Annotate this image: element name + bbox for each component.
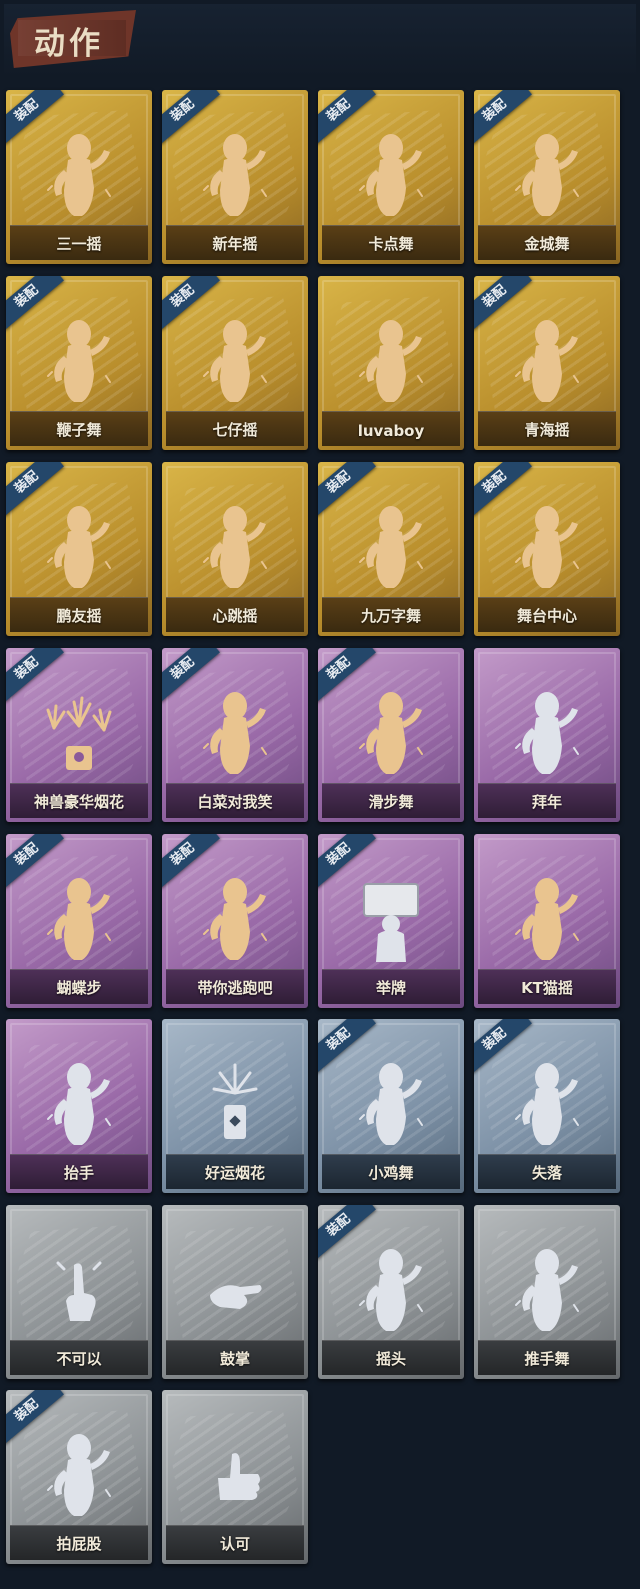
emote-grid: 三一摇 装配 新年摇 装配 卡点舞 装配 金城舞 装配 鞭子舞 装配 七仔摇 装… bbox=[0, 0, 640, 1589]
emote-label: KT猫摇 bbox=[521, 979, 573, 997]
emote-label: 神兽豪华烟花 bbox=[33, 793, 124, 811]
emote-label: 摇头 bbox=[375, 1350, 406, 1368]
emote-card[interactable]: 鞭子舞 装配 bbox=[6, 276, 152, 450]
dance-figure-icon bbox=[356, 316, 426, 406]
emote-label: 舞台中心 bbox=[516, 607, 577, 625]
dance-figure-icon bbox=[356, 130, 426, 220]
emote-label: 滑步舞 bbox=[368, 793, 414, 811]
emote-label: 拜年 bbox=[531, 793, 562, 811]
emote-label: 鞭子舞 bbox=[56, 421, 102, 439]
dance-figure-icon bbox=[200, 502, 270, 592]
emote-label: 新年摇 bbox=[212, 235, 258, 253]
emote-label: 白菜对我笑 bbox=[197, 793, 273, 811]
emote-card[interactable]: 鼓掌 bbox=[162, 1205, 308, 1379]
emote-card[interactable]: 小鸡舞 装配 bbox=[318, 1019, 464, 1193]
emote-label: luvaboy bbox=[357, 422, 425, 440]
chicken-dance-figure-icon bbox=[356, 1059, 426, 1149]
dance-figure-icon bbox=[44, 316, 114, 406]
emote-label: 鼓掌 bbox=[219, 1350, 250, 1368]
head-shake-figure-icon bbox=[356, 1245, 426, 1335]
dance-figure-icon bbox=[512, 502, 582, 592]
emote-card[interactable]: KT猫摇 bbox=[474, 834, 620, 1008]
thumbs-up-icon bbox=[200, 1430, 270, 1520]
dance-figure-icon bbox=[512, 316, 582, 406]
emote-card[interactable]: 蝴蝶步 装配 bbox=[6, 834, 152, 1008]
emote-card[interactable]: 推手舞 bbox=[474, 1205, 620, 1379]
clap-hands-icon bbox=[200, 1245, 270, 1335]
raise-hand-figure-icon bbox=[44, 1059, 114, 1149]
emote-card[interactable]: 鹏友摇 装配 bbox=[6, 462, 152, 636]
dance-figure-icon bbox=[356, 688, 426, 778]
emote-label: 失落 bbox=[531, 1164, 562, 1182]
emote-label: 拍屁股 bbox=[56, 1535, 102, 1553]
dance-figure-icon bbox=[200, 688, 270, 778]
firecracker-icon bbox=[200, 1059, 270, 1149]
emote-card[interactable]: 带你逃跑吧 装配 bbox=[162, 834, 308, 1008]
emote-card[interactable]: 滑步舞 装配 bbox=[318, 648, 464, 822]
emote-card[interactable]: 80好运烟花 bbox=[162, 1019, 308, 1193]
emote-card[interactable]: 白菜对我笑 装配 bbox=[162, 648, 308, 822]
kneeling-figure-icon bbox=[512, 1059, 582, 1149]
emote-card[interactable]: 拜年 bbox=[474, 648, 620, 822]
emote-label: 青海摇 bbox=[524, 421, 570, 439]
emote-card[interactable]: luvaboy bbox=[318, 276, 464, 450]
emote-card[interactable]: 认可 bbox=[162, 1390, 308, 1564]
emote-card[interactable]: 不可以 bbox=[6, 1205, 152, 1379]
emote-card[interactable]: 心跳摇 bbox=[162, 462, 308, 636]
emote-card[interactable]: 金城舞 装配 bbox=[474, 90, 620, 264]
emote-label: 心跳摇 bbox=[212, 607, 258, 625]
emote-card[interactable]: 失落 装配 bbox=[474, 1019, 620, 1193]
dance-figure-icon bbox=[356, 502, 426, 592]
emote-label: 卡点舞 bbox=[368, 235, 414, 253]
emote-label: 推手舞 bbox=[524, 1350, 570, 1368]
emote-label: 抬手 bbox=[63, 1164, 94, 1182]
emote-label: 金城舞 bbox=[524, 235, 570, 253]
emote-label: 不可以 bbox=[56, 1350, 102, 1368]
emote-card[interactable]: 三一摇 装配 bbox=[6, 90, 152, 264]
emote-label: 带你逃跑吧 bbox=[197, 979, 273, 997]
dance-figure-icon bbox=[44, 874, 114, 964]
emote-label: 鹏友摇 bbox=[56, 607, 102, 625]
dance-figure-icon bbox=[44, 130, 114, 220]
emote-card[interactable]: 抬手 bbox=[6, 1019, 152, 1193]
push-hands-figure-icon bbox=[512, 1245, 582, 1335]
dance-figure-icon bbox=[200, 130, 270, 220]
dance-figure-icon bbox=[512, 130, 582, 220]
emote-card[interactable]: 七仔摇 装配 bbox=[162, 276, 308, 450]
emote-label: 举牌 bbox=[375, 979, 406, 997]
emote-label: 九万字舞 bbox=[360, 607, 421, 625]
emote-label: 三一摇 bbox=[56, 235, 102, 253]
emote-label: 好运烟花 bbox=[204, 1164, 265, 1182]
pat-figure-icon bbox=[44, 1430, 114, 1520]
emote-card[interactable]: 举牌 装配 bbox=[318, 834, 464, 1008]
emote-card[interactable]: 九万字舞 装配 bbox=[318, 462, 464, 636]
emote-card[interactable]: 摇头 装配 bbox=[318, 1205, 464, 1379]
emote-card[interactable]: 23神兽豪华烟花装配 bbox=[6, 648, 152, 822]
dance-figure-icon bbox=[200, 874, 270, 964]
emote-label: 小鸡舞 bbox=[368, 1164, 414, 1182]
greeting-figure-icon bbox=[512, 688, 582, 778]
emote-label: 认可 bbox=[219, 1535, 250, 1553]
emote-label: 七仔摇 bbox=[212, 421, 258, 439]
dance-figure-icon bbox=[200, 316, 270, 406]
sign-figure-icon bbox=[356, 874, 426, 964]
emote-card[interactable]: 青海摇 装配 bbox=[474, 276, 620, 450]
emote-card[interactable]: 拍屁股 装配 bbox=[6, 1390, 152, 1564]
finger-wag-icon bbox=[44, 1245, 114, 1335]
dance-figure-icon bbox=[44, 502, 114, 592]
emote-label: 蝴蝶步 bbox=[56, 979, 102, 997]
dance-figure-icon bbox=[512, 874, 582, 964]
fireworks-icon bbox=[44, 688, 114, 778]
emote-card[interactable]: 新年摇 装配 bbox=[162, 90, 308, 264]
emote-card[interactable]: 舞台中心 装配 bbox=[474, 462, 620, 636]
emote-card[interactable]: 卡点舞 装配 bbox=[318, 90, 464, 264]
